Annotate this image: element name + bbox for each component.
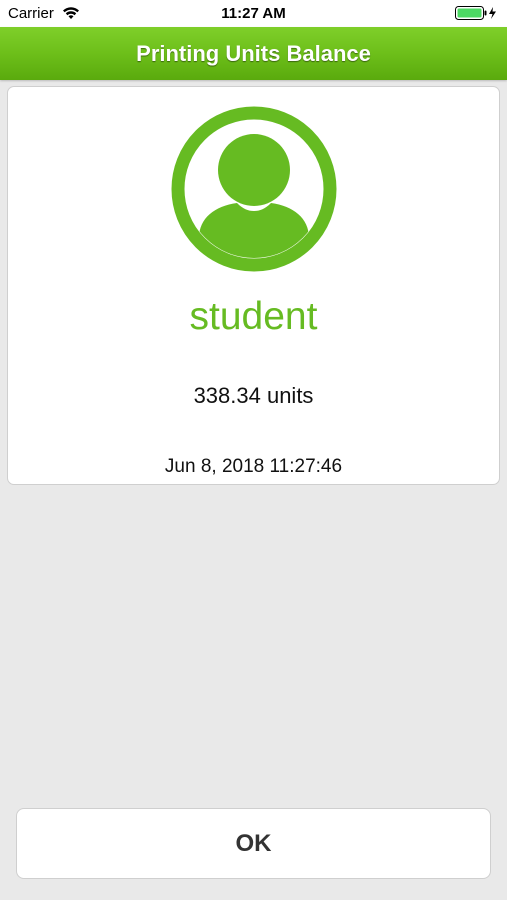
balance-value: 338.34 units [193,383,314,408]
balance-timestamp: Jun 8, 2018 11:27:46 [164,456,343,477]
battery-charging-icon [455,6,496,20]
balance-card: student 338.34 units Jun 8, 2018 11:27:4… [7,86,500,485]
status-time: 11:27 AM [221,5,286,22]
ok-button[interactable]: OK [16,808,491,879]
user-name: student [189,295,318,338]
status-bar: Carrier 11:27 AM [0,0,507,27]
user-avatar-icon [171,106,337,272]
app-screen: Carrier 11:27 AM Printing Units Balance [0,0,507,900]
page-title: Printing Units Balance [136,41,371,66]
navigation-bar: Printing Units Balance [0,27,507,80]
